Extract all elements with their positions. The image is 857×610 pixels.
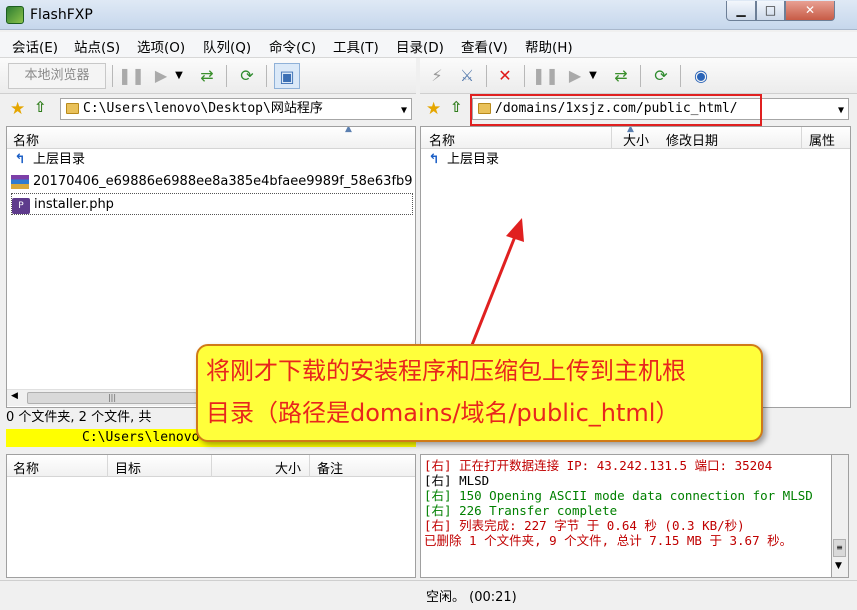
up-arrow-icon: ↰ bbox=[14, 152, 26, 167]
annotation-arrow bbox=[468, 218, 524, 351]
favorites-star-icon[interactable]: ★ bbox=[426, 99, 441, 119]
local-browser-button[interactable]: 本地浏览器 bbox=[8, 63, 106, 89]
remote-column-name[interactable]: 名称 bbox=[429, 130, 455, 149]
toolbar-separator bbox=[112, 65, 113, 87]
connect-icon[interactable]: ⚡ bbox=[424, 63, 450, 89]
menu-sites[interactable]: 站点(S) bbox=[74, 36, 120, 56]
maximize-button[interactable]: □ bbox=[756, 1, 785, 21]
remote-column-attributes[interactable]: 属性 bbox=[809, 130, 835, 149]
local-path-input[interactable]: C:\Users\lenovo\Desktop\网站程序 ▼ bbox=[60, 98, 412, 120]
toolbar-separator bbox=[640, 65, 641, 87]
menu-view[interactable]: 查看(V) bbox=[461, 36, 508, 56]
parent-folder-icon[interactable]: ⇧ bbox=[34, 98, 47, 116]
scrollbar-thumb[interactable]: ≡ bbox=[833, 539, 846, 557]
queue-list[interactable]: 名称 目标 大小 备注 bbox=[6, 454, 416, 578]
toolbar-separator bbox=[226, 65, 227, 87]
close-button[interactable]: ✕ bbox=[785, 1, 835, 21]
folder-icon bbox=[66, 103, 79, 114]
column-divider[interactable] bbox=[801, 127, 802, 149]
column-divider[interactable] bbox=[309, 455, 310, 477]
transfer-icon[interactable]: ▶ bbox=[562, 63, 588, 89]
annotation-callout: 将刚才下载的安装程序和压缩包上传到主机根 目录（路径是domains/域名/pu… bbox=[196, 344, 763, 442]
menu-directory[interactable]: 目录(D) bbox=[396, 36, 444, 56]
pause-icon[interactable]: ❚❚ bbox=[118, 63, 145, 89]
parent-folder-icon[interactable]: ⇧ bbox=[450, 98, 463, 116]
log-line: [右] MLSD bbox=[424, 473, 490, 488]
annotation-line-2: 目录（路径是domains/域名/public_html） bbox=[206, 399, 680, 427]
log-line: [右] 正在打开数据连接 IP: 43.242.131.5 端口: 35204 bbox=[424, 458, 773, 473]
queue-column-size[interactable]: 大小 bbox=[275, 458, 301, 477]
scroll-left-icon[interactable]: ◀ bbox=[11, 391, 18, 401]
scrollbar-thumb[interactable]: ||| bbox=[27, 392, 197, 404]
connect-icon[interactable]: ⇄ bbox=[194, 63, 220, 89]
pause-icon[interactable]: ❚❚ bbox=[532, 63, 559, 89]
local-toolbar: 本地浏览器 ❚❚ ▶ ▼ ⇄ ⟳ ▣ bbox=[0, 58, 416, 94]
path-highlight-box bbox=[470, 94, 762, 126]
list-item[interactable]: ↰ 上层目录 bbox=[425, 149, 499, 171]
menu-options[interactable]: 选项(O) bbox=[137, 36, 185, 56]
remote-column-header: 名称 ▲ 大小 修改日期 属性 bbox=[421, 127, 850, 149]
window-title: FlashFXP bbox=[30, 7, 93, 23]
queue-column-target[interactable]: 目标 bbox=[115, 458, 141, 477]
transfer-icon[interactable]: ▶ bbox=[148, 63, 174, 89]
up-arrow-icon: ↰ bbox=[428, 152, 440, 167]
queue-column-note[interactable]: 备注 bbox=[317, 458, 343, 477]
menu-queue[interactable]: 队列(Q) bbox=[203, 36, 251, 56]
disconnect-icon[interactable]: ⚔ bbox=[454, 63, 480, 89]
toolbar-separator bbox=[680, 65, 681, 87]
flashfxp-logo-icon bbox=[6, 6, 24, 24]
toolbar-separator bbox=[266, 65, 267, 87]
menu-session[interactable]: 会话(E) bbox=[12, 36, 58, 56]
queue-column-name[interactable]: 名称 bbox=[13, 458, 39, 477]
log-vertical-scrollbar[interactable]: ≡ ▼ bbox=[832, 454, 849, 578]
remote-toolbar: ⚡ ⚔ ✕ ❚❚ ▶ ▼ ⇄ ⟳ ◉ bbox=[420, 58, 857, 94]
chevron-down-icon[interactable]: ▼ bbox=[401, 101, 407, 119]
minimize-button[interactable]: ▁ bbox=[726, 1, 756, 21]
chevron-down-icon[interactable]: ▼ bbox=[172, 63, 186, 89]
remote-column-size[interactable]: 大小 bbox=[623, 130, 649, 149]
arrow-head bbox=[506, 218, 524, 242]
local-column-header: 名称 ▲ bbox=[7, 127, 415, 149]
menu-commands[interactable]: 命令(C) bbox=[269, 36, 316, 56]
globe-icon[interactable]: ◉ bbox=[688, 63, 714, 89]
toolbar-separator bbox=[486, 65, 487, 87]
transfer-queue-icon[interactable]: ⇄ bbox=[608, 63, 634, 89]
refresh-icon[interactable]: ⟳ bbox=[648, 63, 674, 89]
local-column-name[interactable]: 名称 bbox=[13, 130, 39, 149]
arrow-shaft bbox=[468, 233, 518, 351]
column-divider[interactable] bbox=[611, 127, 612, 149]
local-path-text: C:\Users\lenovo\Desktop\网站程序 bbox=[83, 101, 323, 116]
local-browse-toggle-icon[interactable]: ▣ bbox=[274, 63, 300, 89]
status-text: 空闲。 (00:21) bbox=[426, 590, 517, 605]
toolbar-separator bbox=[524, 65, 525, 87]
archive-icon: ■ bbox=[11, 175, 29, 189]
log-line: [右] 列表完成: 227 字节 于 0.64 秒 (0.3 KB/秒) bbox=[424, 518, 745, 533]
favorites-star-icon[interactable]: ★ bbox=[10, 99, 25, 119]
log-line: [右] 150 Opening ASCII mode data connecti… bbox=[424, 488, 813, 503]
list-item[interactable]: ↰ 上层目录 bbox=[11, 149, 85, 171]
column-divider[interactable] bbox=[211, 455, 212, 477]
sort-ascending-icon: ▲ bbox=[345, 126, 352, 134]
menu-bar: 会话(E) 站点(S) 选项(O) 队列(Q) 命令(C) 工具(T) 目录(D… bbox=[0, 32, 857, 58]
annotation-line-1: 将刚才下载的安装程序和压缩包上传到主机根 bbox=[206, 357, 686, 385]
log-line: 已删除 1 个文件夹, 9 个文件, 总计 7.15 MB 于 3.67 秒。 bbox=[424, 533, 793, 548]
php-file-icon: P bbox=[12, 198, 30, 214]
log-line: [右] 226 Transfer complete bbox=[424, 503, 618, 518]
chevron-down-icon[interactable]: ▼ bbox=[838, 101, 844, 119]
local-path-row: ★ ⇧ C:\Users\lenovo\Desktop\网站程序 ▼ bbox=[0, 96, 416, 124]
menu-tools[interactable]: 工具(T) bbox=[333, 36, 379, 56]
session-log[interactable]: [右] 正在打开数据连接 IP: 43.242.131.5 端口: 35204 … bbox=[420, 454, 832, 578]
list-item[interactable]: ■20170406_e69886e6988ee8a385e4bfaee9989f… bbox=[11, 171, 413, 193]
refresh-icon[interactable]: ⟳ bbox=[234, 63, 260, 89]
title-bar: FlashFXP ▁ □ ✕ bbox=[0, 0, 857, 30]
abort-icon[interactable]: ✕ bbox=[492, 63, 518, 89]
scroll-down-icon[interactable]: ▼ bbox=[835, 561, 842, 571]
remote-column-date[interactable]: 修改日期 bbox=[666, 130, 718, 149]
chevron-down-icon[interactable]: ▼ bbox=[586, 63, 600, 89]
menu-help[interactable]: 帮助(H) bbox=[525, 36, 573, 56]
queue-column-header: 名称 目标 大小 备注 bbox=[7, 455, 415, 477]
list-item[interactable]: Pinstaller.php bbox=[11, 193, 413, 215]
status-bar: 空闲。 (00:21) bbox=[0, 580, 857, 610]
column-divider[interactable] bbox=[107, 455, 108, 477]
